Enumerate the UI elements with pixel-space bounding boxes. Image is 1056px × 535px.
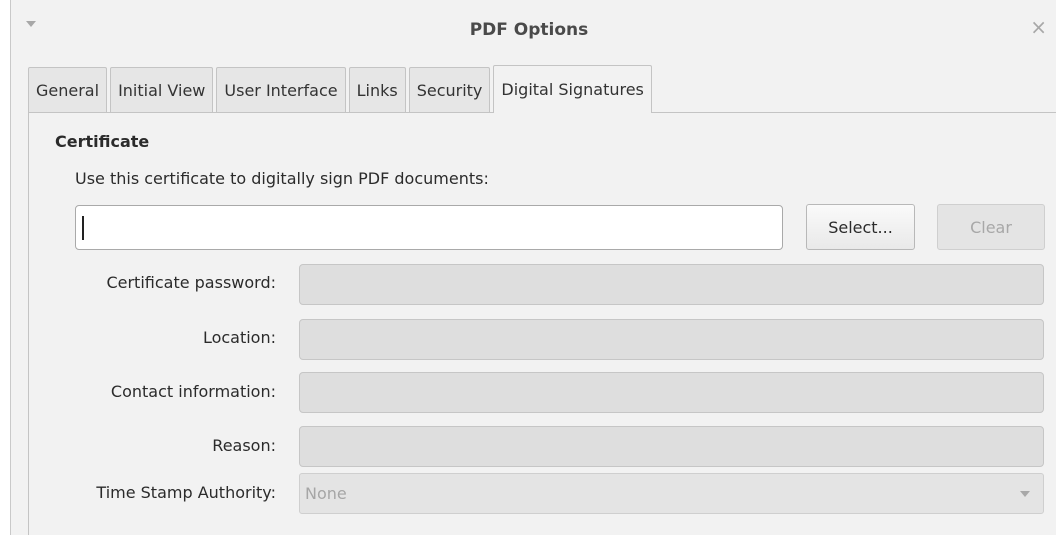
window-title: PDF Options [469, 20, 589, 40]
tab-user-interface[interactable]: User Interface [216, 67, 346, 112]
select-certificate-button[interactable]: Select... [806, 204, 915, 250]
close-icon[interactable]: × [1030, 17, 1047, 37]
text-caret [82, 216, 84, 240]
certificate-input[interactable] [75, 205, 783, 250]
tab-initial-view[interactable]: Initial View [110, 67, 214, 112]
tab-bar: General Initial View User Interface Link… [28, 64, 655, 113]
time-stamp-authority-dropdown[interactable]: None [299, 473, 1044, 514]
tab-security[interactable]: Security [408, 67, 491, 112]
tab-general[interactable]: General [28, 67, 108, 112]
chevron-down-icon [1020, 491, 1030, 497]
time-stamp-authority-label: Time Stamp Authority: [96, 483, 276, 502]
certificate-use-label: Use this certificate to digitally sign P… [75, 169, 489, 188]
location-field[interactable] [299, 319, 1044, 360]
reason-field[interactable] [299, 426, 1044, 467]
reason-label: Reason: [212, 436, 276, 455]
time-stamp-authority-value: None [305, 484, 347, 503]
certificate-password-field[interactable] [299, 264, 1044, 305]
tab-digital-signatures[interactable]: Digital Signatures [493, 65, 652, 113]
clear-certificate-button[interactable]: Clear [937, 204, 1045, 250]
pdf-options-dialog: PDF Options × General Initial View User … [10, 0, 1056, 535]
contact-information-field[interactable] [299, 372, 1044, 413]
location-label: Location: [202, 328, 276, 347]
certificate-password-label: Certificate password: [106, 273, 276, 292]
tab-links[interactable]: Links [348, 67, 406, 112]
digital-signatures-panel: Certificate Use this certificate to digi… [28, 112, 1056, 535]
contact-information-label: Contact information: [110, 382, 276, 401]
section-title-certificate: Certificate [55, 132, 150, 151]
title-bar: PDF Options × [11, 0, 1056, 62]
